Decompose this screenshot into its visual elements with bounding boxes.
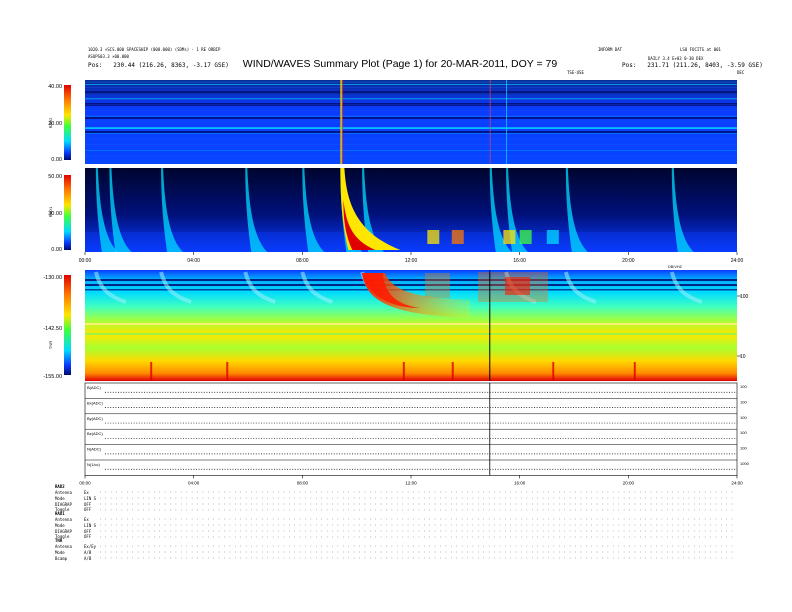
rad1-ytick: 50.00 — [48, 174, 62, 180]
tnr-band — [85, 323, 737, 325]
param-label: Antenna — [55, 490, 72, 495]
mag-row-right-tick: 100 — [740, 446, 747, 451]
param-value: OFF — [84, 501, 92, 507]
mag-row-right-tick: 1000 — [740, 461, 750, 466]
tnr-spectrogram — [85, 270, 737, 381]
tnr-ylabel: TNR — [48, 341, 53, 349]
rad1-cluster — [451, 230, 464, 244]
rad2-ytick: 0.00 — [51, 157, 62, 163]
tnr-spike — [552, 362, 555, 381]
tnr-right-tick: 100 — [740, 294, 749, 300]
mag-xtick-label: 16:00 — [514, 480, 526, 485]
rad1-xtick-label: 00:00 — [79, 258, 92, 264]
mag-row-label: N(1/cc) — [87, 462, 101, 467]
mag-xtick-label: 04:00 — [188, 480, 200, 485]
tnr-band — [85, 289, 737, 291]
tnr-band — [85, 279, 737, 281]
param-value: Ex/Ey — [84, 544, 97, 549]
tnr-corner-label: DB/VHZ — [668, 265, 683, 269]
rad1-xtick-label: 16:00 — [513, 258, 526, 264]
rad1-low-band — [85, 232, 737, 252]
param-label: DIAGRAP — [55, 528, 72, 534]
mag-row-right-tick: 100 — [740, 399, 747, 404]
tnr-ytick: -130.00 — [43, 275, 62, 281]
param-label: Antenna — [55, 544, 72, 549]
rad1-cluster — [546, 230, 559, 244]
mag-xtick-label: 08:00 — [297, 480, 309, 485]
tnr-spike — [150, 362, 153, 381]
param-value: OFF — [84, 534, 92, 540]
param-value: A/B — [84, 549, 92, 555]
mag-row-label: By(ADC) — [87, 416, 103, 421]
tnr-panel — [85, 270, 737, 381]
param-value: LIN S — [84, 522, 97, 528]
param-value: OFF — [84, 528, 92, 534]
param-value: A/B — [84, 555, 92, 561]
rad2-band — [85, 117, 737, 119]
rad1-colorbar — [64, 175, 71, 250]
rad1-xtick-label: 12:00 — [405, 258, 418, 264]
mag-row-label: Bx(ADC) — [87, 400, 103, 405]
rad2-params-title: RAD2 — [55, 484, 65, 489]
tnr-band — [85, 284, 737, 286]
tnr-ytick: -142.50 — [43, 326, 62, 332]
mag-row-label: Bz(ADC) — [87, 431, 103, 436]
rad2-burst — [506, 80, 507, 164]
tnr-spike — [451, 362, 454, 381]
rad1-xtick-label: 20:00 — [622, 258, 635, 264]
magnetometer-panel: B(ADC) 100 Bx(ADC) 100 By(ADC) 100 Bz(ADC) 100 N… — [84, 382, 750, 476]
rad2-band — [85, 131, 737, 133]
mag-row-right-tick: 100 — [740, 384, 747, 389]
tnr-colorbar — [64, 275, 71, 375]
param-label: Antenna — [55, 517, 72, 522]
rad2-ytick: 40.00 — [48, 84, 62, 90]
rad1-x-axis: 00:00 04:00 08:00 12:00 16:00 20:00 24:00 — [79, 252, 744, 264]
param-label: DIAGRAP — [55, 501, 72, 507]
rad2-colorbar — [64, 85, 71, 160]
rad2-burst — [341, 80, 343, 164]
rad1-ytick: 0.00 — [51, 247, 62, 253]
mag-row-label: B(ADC) — [87, 385, 101, 390]
rad2-burst — [489, 80, 491, 164]
tnr-band — [85, 333, 737, 335]
param-value: Ex — [84, 490, 89, 495]
tnr-spike — [226, 362, 229, 381]
rad1-ytick: 30.00 — [48, 211, 62, 217]
tnr-ytick: -155.00 — [43, 374, 62, 380]
param-label: Mode — [55, 522, 65, 528]
rad2-ytick: 20.00 — [48, 121, 62, 127]
tnr-spike — [633, 362, 636, 381]
rad1-cluster — [427, 230, 440, 244]
tnr-burst-cluster — [505, 277, 530, 295]
mag-row-right-tick: 100 — [740, 415, 747, 420]
rad1-xtick-label: 04:00 — [187, 258, 200, 264]
rad1-cluster — [519, 230, 532, 244]
tnr-params-title: TNR — [55, 538, 63, 543]
param-value: LIN S — [84, 495, 97, 501]
mag-xtick-label: 24:00 — [731, 480, 743, 485]
tnr-right-tick: 10 — [740, 354, 746, 360]
rad1-panel — [85, 168, 737, 252]
mag-xtick-label: 12:00 — [405, 480, 417, 485]
rad1-params-title: RAD1 — [55, 511, 65, 516]
rad2-band — [85, 84, 737, 85]
mag-xtick-label: 00:00 — [79, 480, 91, 485]
rad2-panel — [85, 80, 737, 164]
param-label: Mode — [55, 549, 65, 555]
param-label: Mode — [55, 495, 65, 501]
param-value: OFF — [84, 507, 92, 513]
param-label: Bcamp — [55, 555, 68, 561]
mag-row-right-tick: 100 — [740, 430, 747, 435]
mag-row-label: N(ADC) — [87, 447, 102, 452]
plot-svg: RAD2 40.00 20.00 0.00 RAD1 50.00 30.00 0… — [43, 80, 750, 485]
param-value: Ex — [84, 517, 89, 522]
mag-xtick-label: 20:00 — [623, 480, 635, 485]
rad1-xtick-label: 24:00 — [731, 258, 744, 264]
summary-plot-page: 1020.3 ×SCS.000 SPACESHIP (008.000) (SDM… — [0, 0, 792, 612]
rad1-cluster — [503, 230, 516, 244]
rad1-xtick-label: 08:00 — [296, 258, 309, 264]
tnr-burst-cluster — [425, 273, 450, 298]
tnr-spike — [402, 362, 405, 381]
